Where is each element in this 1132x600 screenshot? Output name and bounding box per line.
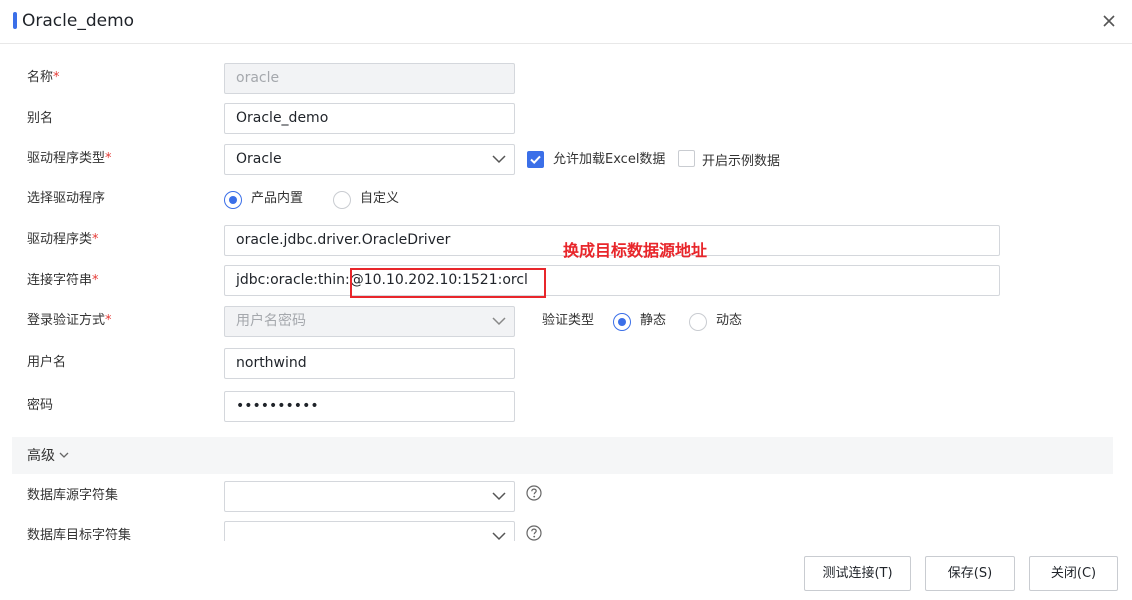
driver-type-select[interactable]: Oracle <box>224 144 515 175</box>
source-charset-select[interactable] <box>224 481 515 512</box>
advanced-label: 高级 <box>27 448 55 464</box>
driver-class-label: 驱动程序类* <box>27 232 99 247</box>
builtin-driver-label: 产品内置 <box>251 191 304 206</box>
auth-method-label: 登录验证方式* <box>27 313 112 328</box>
target-charset-select[interactable] <box>224 521 515 541</box>
builtin-driver-radio[interactable] <box>224 191 242 209</box>
chevron-down-icon <box>492 492 506 501</box>
name-label: 名称* <box>27 70 60 85</box>
dynamic-verify-radio[interactable] <box>689 313 707 331</box>
annotation-note: 换成目标数据源地址 <box>563 241 708 260</box>
username-input[interactable]: northwind <box>224 348 515 379</box>
allow-excel-checkbox[interactable] <box>527 151 544 168</box>
advanced-scroll-area: 数据库源字符集 数据库目标字符集 <box>0 475 1132 541</box>
password-label: 密码 <box>27 398 54 413</box>
title-accent-bar <box>13 12 17 29</box>
chevron-down-icon <box>492 317 506 326</box>
dialog-header: Oracle_demo <box>0 0 1132 44</box>
source-charset-label: 数据库源字符集 <box>27 488 119 503</box>
advanced-section-toggle[interactable]: 高级 <box>12 437 1113 474</box>
connection-string-input[interactable]: jdbc:oracle:thin:@10.10.202.10:1521:orcl <box>224 265 1000 296</box>
driver-type-label: 驱动程序类型* <box>27 151 112 166</box>
chevron-down-icon <box>492 532 506 541</box>
help-icon[interactable] <box>526 525 542 541</box>
static-verify-radio[interactable] <box>613 313 631 331</box>
verify-type-label: 验证类型 <box>542 313 595 328</box>
custom-driver-label: 自定义 <box>360 191 400 206</box>
alias-label: 别名 <box>27 111 54 126</box>
help-icon[interactable] <box>526 485 542 501</box>
auth-method-select: 用户名密码 <box>224 306 515 337</box>
sample-data-checkbox[interactable] <box>678 150 695 167</box>
close-icon[interactable] <box>1100 12 1118 30</box>
name-input: oracle <box>224 63 515 94</box>
dynamic-verify-label: 动态 <box>716 313 743 328</box>
target-charset-label: 数据库目标字符集 <box>27 528 132 541</box>
password-input[interactable]: •••••••••• <box>224 391 515 422</box>
test-connection-button[interactable]: 测试连接(T) <box>804 556 911 591</box>
username-label: 用户名 <box>27 355 67 370</box>
select-driver-label: 选择驱动程序 <box>27 191 106 206</box>
allow-excel-label: 允许加载Excel数据 <box>553 152 666 167</box>
static-verify-label: 静态 <box>640 313 667 328</box>
save-button[interactable]: 保存(S) <box>925 556 1015 591</box>
dialog-title: Oracle_demo <box>22 11 135 31</box>
check-icon <box>530 155 541 165</box>
sample-data-label: 开启示例数据 <box>702 154 781 169</box>
connection-string-label: 连接字符串* <box>27 273 99 288</box>
chevron-down-icon <box>492 155 506 164</box>
chevron-down-icon <box>59 452 69 458</box>
alias-input[interactable]: Oracle_demo <box>224 103 515 134</box>
annotation-highlight-box <box>350 268 546 298</box>
close-button[interactable]: 关闭(C) <box>1029 556 1118 591</box>
custom-driver-radio[interactable] <box>333 191 351 209</box>
